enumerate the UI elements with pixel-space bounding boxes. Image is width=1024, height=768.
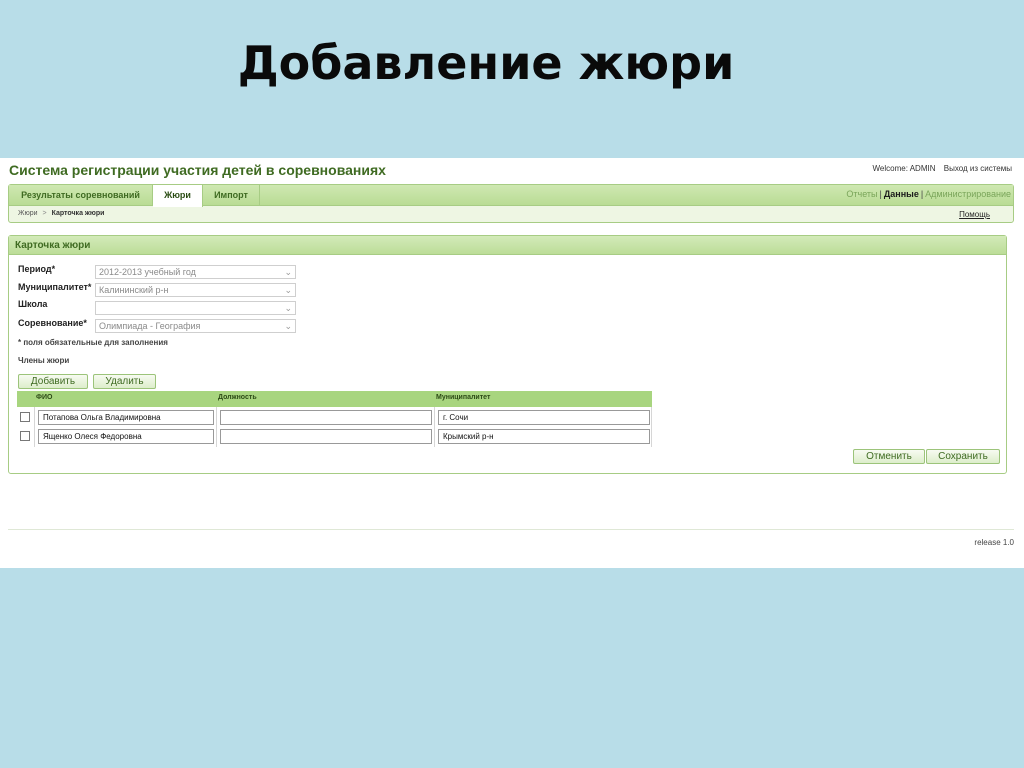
municipality-field[interactable]: г. Сочи [438,410,650,425]
competition-value: Олимпиада - География [99,321,201,331]
chevron-down-icon: ⌄ [284,285,292,295]
breadcrumb-jury[interactable]: Жюри [18,210,38,217]
save-button[interactable]: Сохранить [926,449,1000,464]
cancel-button[interactable]: Отменить [853,449,925,464]
breadcrumb: Жюри > Карточка жюри [18,210,104,217]
fio-field[interactable]: Ященко Олеся Федоровна [38,429,214,444]
period-select[interactable]: 2012-2013 учебный год ⌄ [95,265,296,279]
reports-link[interactable]: Отчеты [846,189,877,199]
user-bar: Welcome: ADMIN Выход из системы [873,164,1012,173]
help-link[interactable]: Помощь [959,210,990,219]
add-button[interactable]: Добавить [18,374,88,389]
table-row: Ященко Олеся Федоровна Крымский р-н [17,428,652,447]
data-link[interactable]: Данные [884,189,919,199]
school-label: Школа [18,299,48,309]
chevron-down-icon: ⌄ [284,267,292,277]
logout-link[interactable]: Выход из системы [944,164,1012,173]
members-label: Члены жюри [18,356,70,365]
competition-label: Соревнование* [18,318,87,328]
row-checkbox[interactable] [20,431,30,441]
column-header-fio[interactable]: ФИО [36,394,52,401]
required-note: * поля обязательные для заполнения [18,338,168,347]
breadcrumb-separator-icon: > [42,210,47,217]
column-header-position[interactable]: Должность [218,394,257,401]
jury-table: ФИО Должность Муниципалитет Потапова Оль… [17,391,652,447]
app-title: Система регистрации участия детей в соре… [9,162,386,178]
jury-card: Карточка жюри Период* 2012-2013 учебный … [8,235,1007,474]
school-select[interactable]: ⌄ [95,301,296,315]
delete-button[interactable]: Удалить [93,374,156,389]
table-header: ФИО Должность Муниципалитет [17,391,652,407]
tab-competition-results[interactable]: Результаты соревнований [9,185,153,206]
competition-select[interactable]: Олимпиада - География ⌄ [95,319,296,333]
chevron-down-icon: ⌄ [284,303,292,313]
table-row: Потапова Ольга Владимировна г. Сочи [17,409,652,428]
municipality-select[interactable]: Калининский р-н ⌄ [95,283,296,297]
chevron-down-icon: ⌄ [284,321,292,331]
municipality-label: Муниципалитет* [18,282,92,292]
tab-bar: Результаты соревнований Жюри Импорт Отче… [9,185,1013,207]
position-field[interactable] [220,429,432,444]
municipality-field[interactable]: Крымский р-н [438,429,650,444]
card-title: Карточка жюри [9,236,1006,255]
row-checkbox[interactable] [20,412,30,422]
tab-import[interactable]: Импорт [203,185,260,206]
navigation-bar: Результаты соревнований Жюри Импорт Отче… [8,184,1014,223]
slide-title: Добавление жюри [237,36,735,90]
administration-link[interactable]: Администрирование [925,189,1011,199]
footer-divider [8,529,1014,530]
tab-jury[interactable]: Жюри [153,185,203,207]
municipality-value: Калининский р-н [99,285,169,295]
fio-field[interactable]: Потапова Ольга Владимировна [38,410,214,425]
position-field[interactable] [220,410,432,425]
period-value: 2012-2013 учебный год [99,267,196,277]
breadcrumb-current: Карточка жюри [51,210,105,217]
period-label: Период* [18,264,56,274]
column-header-municipality[interactable]: Муниципалитет [436,394,490,401]
section-links: Отчеты | Данные | Администрирование [846,189,1011,199]
app-screen: Система регистрации участия детей в соре… [0,158,1024,568]
release-label: release 1.0 [974,538,1014,547]
welcome-text: Welcome: ADMIN [872,164,936,173]
